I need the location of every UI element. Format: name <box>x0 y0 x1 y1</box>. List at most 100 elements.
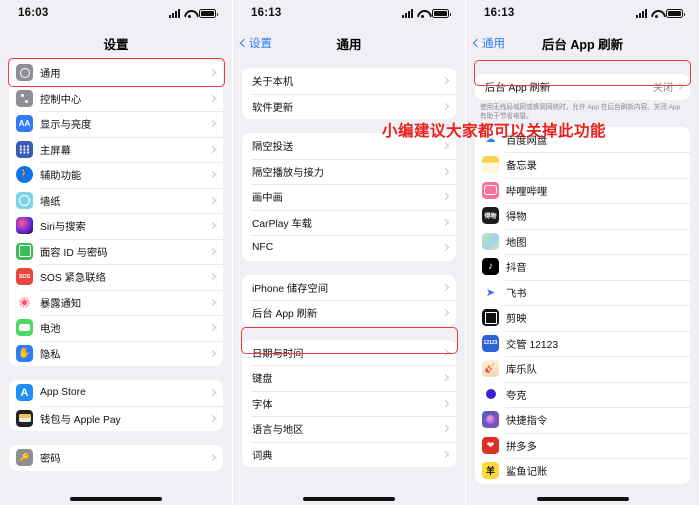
sos-icon: SOS <box>16 268 33 286</box>
sidebar-item-wallpaper[interactable]: 墙纸 <box>9 187 223 213</box>
list-item[interactable]: 得物 得物 <box>475 203 690 229</box>
sidebar-item-battery[interactable]: 电池 <box>9 315 223 341</box>
sidebar-item-app-store[interactable]: App Store <box>9 380 223 406</box>
row-software-update[interactable]: 软件更新 <box>242 93 456 119</box>
row-label: 关于本机 <box>252 77 294 89</box>
sidebar-item-exposure-notifications[interactable]: 暴露通知 <box>9 289 223 315</box>
row-date-time[interactable]: 日期与时间 <box>242 339 456 365</box>
sidebar-item-accessibility[interactable]: 辅助功能 <box>9 162 223 188</box>
back-button[interactable]: 通用 <box>472 35 505 51</box>
row-language-region[interactable]: 语言与地区 <box>242 416 456 442</box>
chevron-right-icon <box>208 324 217 332</box>
list-item[interactable]: 拼多多 <box>475 432 690 459</box>
app-label: 鲨鱼记账 <box>506 467 548 479</box>
list-item[interactable]: 夸克 <box>475 381 690 408</box>
sidebar-item-home-screen[interactable]: 主屏幕 <box>9 136 223 162</box>
status-bar: 16:03 <box>0 0 232 26</box>
wifi-icon <box>651 9 662 18</box>
page-title: 后台 App 刷新 <box>541 37 624 52</box>
page-title: 通用 <box>336 37 362 52</box>
wallpaper-icon <box>16 191 33 209</box>
list-item[interactable]: 哔哩哔哩 <box>475 177 690 204</box>
chevron-right-icon <box>208 145 217 153</box>
wifi-icon <box>184 9 195 18</box>
app-label: 交管 12123 <box>506 339 559 351</box>
row-label: 主屏幕 <box>40 145 71 157</box>
row-label: 显示与亮度 <box>40 120 92 132</box>
back-button-label: 设置 <box>249 38 272 50</box>
list-item[interactable]: 12123 交管 12123 <box>475 330 690 357</box>
app-label: 飞书 <box>506 288 527 300</box>
chevron-right-icon <box>208 222 217 230</box>
list-item[interactable]: 羊 鲨鱼记账 <box>475 458 690 484</box>
sidebar-item-display-brightness[interactable]: AA 显示与亮度 <box>9 111 223 137</box>
status-bar: 16:13 <box>233 0 465 26</box>
sidebar-item-privacy[interactable]: 隐私 <box>9 340 223 366</box>
list-item[interactable]: 备忘录 <box>475 152 690 178</box>
chevron-right-icon <box>441 218 450 226</box>
row-keyboard[interactable]: 键盘 <box>242 365 456 391</box>
row-fonts[interactable]: 字体 <box>242 390 456 416</box>
app-label: 抖音 <box>506 263 527 275</box>
app-store-icon <box>16 384 33 402</box>
three-phone-screenshot-strip: 16:03 设置 通用 控制中心 AA 显示与亮度 主屏幕 🚶 辅助功能 墙纸 … <box>0 0 700 505</box>
sidebar-item-wallet[interactable]: 钱包与 Apple Pay <box>9 405 223 431</box>
row-background-app-refresh[interactable]: 后台 App 刷新 <box>242 300 456 326</box>
row-airplay-handoff[interactable]: 隔空播放与接力 <box>242 158 456 184</box>
list-item[interactable]: 快捷指令 <box>475 407 690 433</box>
row-picture-in-picture[interactable]: 画中画 <box>242 184 456 210</box>
sidebar-item-passwords[interactable]: 密码 <box>9 445 223 471</box>
list-item[interactable]: ➤ 飞书 <box>475 279 690 306</box>
list-item[interactable]: 抖音 <box>475 254 690 280</box>
row-label: 电池 <box>40 324 61 336</box>
passwords-icon <box>16 449 33 467</box>
chevron-left-icon <box>472 38 482 48</box>
chevron-right-icon <box>208 196 217 204</box>
back-button[interactable]: 设置 <box>239 35 272 51</box>
chevron-right-icon <box>441 167 450 175</box>
sidebar-item-face-id[interactable]: 面容 ID 与密码 <box>9 238 223 264</box>
phone-screen-background-app-refresh: 16:13 通用 后台 App 刷新 后台 App 刷新 关闭 使用无线局域网或… <box>466 0 699 505</box>
sidebar-item-control-center[interactable]: 控制中心 <box>9 85 223 111</box>
row-nfc[interactable]: NFC <box>242 235 456 261</box>
row-dictionary[interactable]: 词典 <box>242 441 456 467</box>
home-indicator <box>70 497 162 501</box>
top-spacer <box>466 60 699 74</box>
cellular-signal-icon <box>636 8 647 18</box>
shark-accounting-icon: 羊 <box>482 462 499 480</box>
row-label: 隔空播放与接力 <box>252 167 325 179</box>
row-label: 面容 ID 与密码 <box>40 247 108 259</box>
sidebar-item-sos[interactable]: SOS SOS 紧急联络 <box>9 264 223 290</box>
settings-list[interactable]: 通用 控制中心 AA 显示与亮度 主屏幕 🚶 辅助功能 墙纸 Siri与搜索 面… <box>0 60 232 471</box>
list-item[interactable]: 库乐队 <box>475 356 690 382</box>
feishu-icon: ➤ <box>482 283 499 301</box>
status-bar: 16:13 <box>466 0 699 26</box>
status-time: 16:13 <box>251 7 282 19</box>
row-about[interactable]: 关于本机 <box>242 68 456 94</box>
row-label: 暴露通知 <box>40 298 82 310</box>
garageband-icon <box>482 360 499 378</box>
chevron-right-icon <box>441 77 450 85</box>
row-carplay[interactable]: CarPlay 车载 <box>242 209 456 235</box>
sidebar-item-siri-search[interactable]: Siri与搜索 <box>9 213 223 239</box>
siri-icon <box>16 217 33 235</box>
app-label: 地图 <box>506 237 527 249</box>
cellular-signal-icon <box>402 8 413 18</box>
chevron-right-icon <box>208 273 217 281</box>
red-annotation-text: 小编建议大家都可以关掉此功能 <box>382 123 607 140</box>
row-background-app-refresh-setting[interactable]: 后台 App 刷新 关闭 <box>475 74 690 100</box>
row-iphone-storage[interactable]: iPhone 储存空间 <box>242 274 456 300</box>
top-spacer <box>233 60 465 68</box>
list-item[interactable]: 剪映 <box>475 305 690 331</box>
back-button-label: 通用 <box>482 38 505 50</box>
row-value: 关闭 <box>653 83 673 95</box>
app-label: 备忘录 <box>506 161 537 173</box>
background-refresh-toggle-group: 后台 App 刷新 关闭 <box>475 74 690 100</box>
wallet-icon <box>16 409 33 427</box>
app-list-group: ☁ 百度网盘 备忘录 哔哩哔哩 得物 得物 地图 ♪ 抖音 ➤ 飞书 剪映 12… <box>475 126 690 484</box>
chevron-right-icon <box>208 69 217 77</box>
wifi-icon <box>417 9 428 18</box>
sidebar-item-general[interactable]: 通用 <box>9 60 223 86</box>
list-item[interactable]: 地图 <box>475 228 690 255</box>
